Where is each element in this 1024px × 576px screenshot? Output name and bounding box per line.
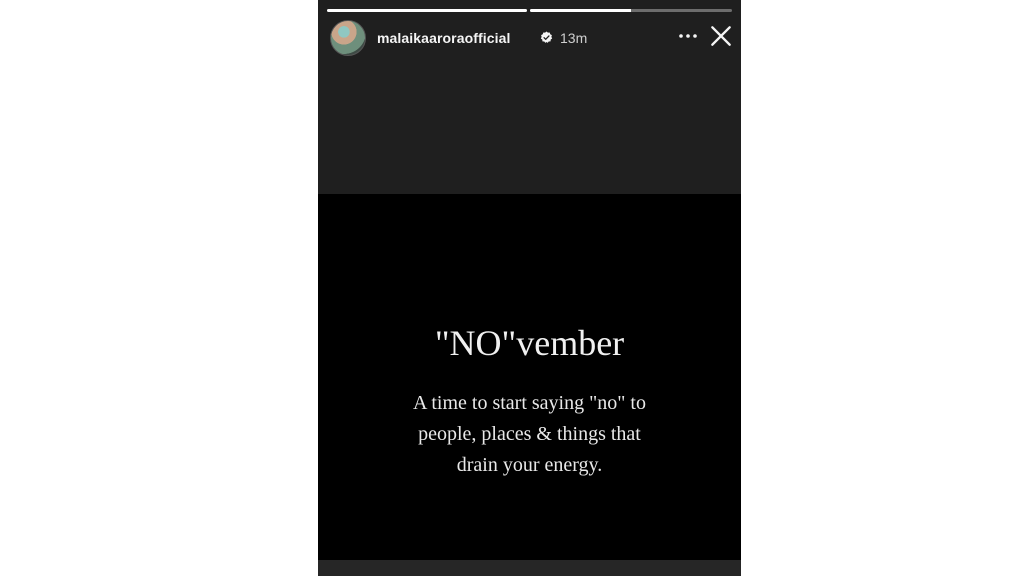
more-horizontal-icon[interactable]: [676, 24, 700, 48]
verified-badge-icon: [540, 31, 553, 43]
story-footer: [318, 560, 741, 576]
progress-fill: [530, 9, 631, 12]
profile-avatar[interactable]: [330, 20, 366, 56]
progress-fill: [327, 9, 527, 12]
story-viewer[interactable]: malaikaaroraofficial 13m "NO"vember A ti…: [318, 0, 741, 576]
story-image: "NO"vember A time to start saying "no" t…: [318, 194, 741, 560]
story-progress-bar-1: [327, 9, 527, 12]
story-title: "NO"vember: [434, 323, 625, 363]
story-text-line: drain your energy.: [456, 454, 603, 476]
username[interactable]: malaikaaroraofficial: [377, 30, 511, 46]
post-time: 13m: [560, 30, 588, 46]
story-body-text: A time to start saying "no" to people, p…: [378, 388, 681, 481]
story-progress-bar-2: [530, 9, 732, 12]
story-header: malaikaaroraofficial 13m: [330, 20, 731, 58]
close-icon[interactable]: [708, 23, 734, 49]
story-text-line: A time to start saying "no" to: [413, 392, 646, 414]
story-text-line: people, places & things that: [418, 423, 641, 445]
